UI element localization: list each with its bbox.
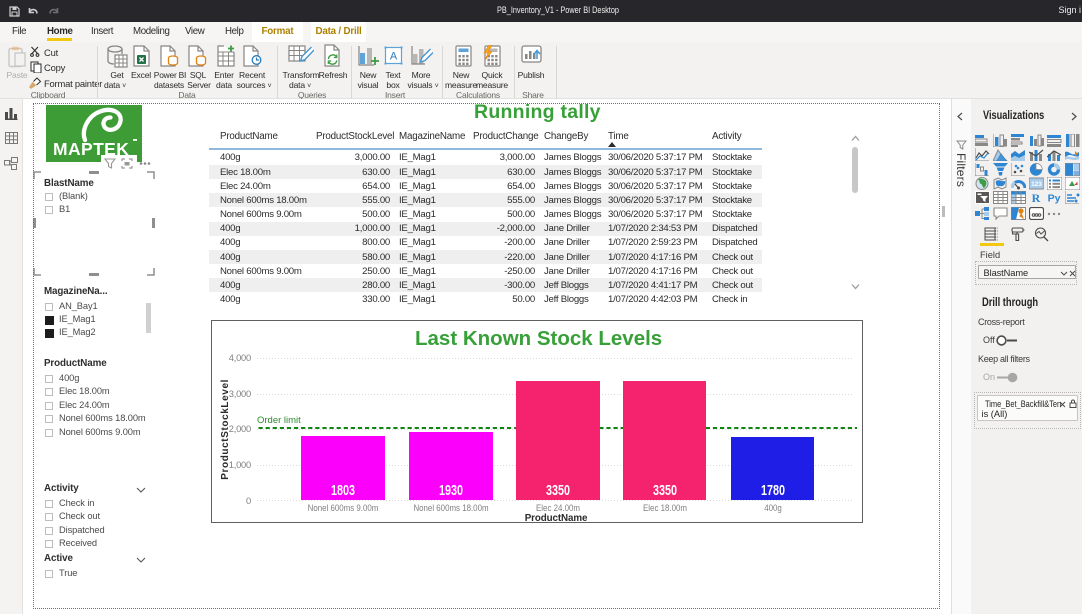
- svg-text:Py: Py: [1047, 192, 1060, 204]
- svg-text:R: R: [1032, 191, 1041, 204]
- svg-text:123: 123: [1031, 181, 1042, 188]
- svg-text:A: A: [390, 51, 398, 63]
